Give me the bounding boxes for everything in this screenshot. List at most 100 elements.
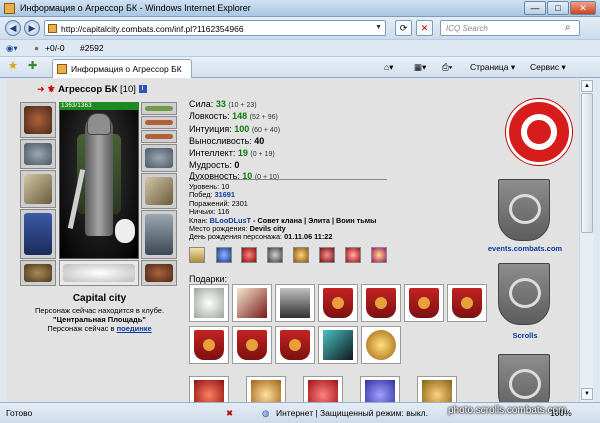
feeds-icon[interactable]: ▦▾ [414,62,426,73]
fist-shield-icon[interactable] [498,354,550,402]
belt-slot[interactable] [20,260,56,286]
armor-slot[interactable] [20,209,56,259]
gift-item[interactable] [361,326,401,364]
scrolls-shield-icon[interactable] [498,263,550,325]
events-shield-icon[interactable] [498,179,550,241]
badge-scroll-icon[interactable] [189,247,205,263]
close-button[interactable]: ✕ [570,1,596,15]
gift-item[interactable] [189,376,229,402]
info-icon[interactable]: i [138,85,147,94]
ring-slot-3[interactable] [141,130,177,143]
globe-icon: ◍ [262,408,270,418]
address-bar[interactable]: http://capitalcity.combats.com/inf.pl?11… [44,20,386,36]
stat-label: Выносливость: [189,136,252,147]
arrow-icon[interactable]: ➜ [37,85,46,94]
events-link[interactable]: events.combats.com [485,244,565,253]
ring-slot-2[interactable] [141,116,177,129]
gift-item[interactable] [303,376,343,402]
stat-value: 148 [232,111,248,122]
page-icon [48,24,57,33]
badge-shield-icon[interactable] [241,247,257,263]
badge-shield-icon[interactable] [293,247,309,263]
bracer-slot[interactable] [20,139,56,169]
tab-active[interactable]: Информация о Агрессор БК [52,59,192,78]
gift-item[interactable] [275,284,315,322]
toolbar-id[interactable]: #2592 [80,43,104,53]
status-icon[interactable]: ✖ [226,408,233,419]
badge-star-icon[interactable] [345,247,361,263]
badge-star-icon[interactable] [371,247,387,263]
belt-icon [24,264,52,282]
helmet-slot[interactable] [20,102,56,138]
refresh-icon[interactable]: ⟳ [395,20,412,36]
stat-value: 33 [215,99,226,109]
gift-item[interactable] [189,284,229,322]
scrolls-emblem-icon [509,278,541,308]
scrolls-link[interactable]: Scrolls [485,331,565,340]
minimize-button[interactable]: — [524,1,546,15]
gift-item[interactable] [404,284,444,322]
birthday-line: День рождения персонажа: 01.11.06 11:22 [189,233,376,241]
banner-icon [409,288,439,318]
page-menu[interactable]: Страница ▾ [470,62,515,73]
page-menu-label: Страница [470,62,509,72]
toolbar-dot-icon[interactable]: ● [34,43,39,53]
gifts-title: Подарки: [189,274,228,284]
stop-icon[interactable]: ✕ [416,20,433,36]
zone-text: Интернет | Защищенный режим: выкл. [276,408,428,418]
badge-shield-icon[interactable] [267,247,283,263]
gift-item[interactable] [246,376,286,402]
book-icon [237,288,267,318]
gift-item[interactable] [275,326,315,364]
url-text[interactable]: http://capitalcity.combats.com/inf.pl?11… [61,24,244,34]
gift-item[interactable] [318,326,358,364]
gloves-slot[interactable] [141,144,177,172]
toolbar-menu-icon[interactable]: ◉▾ [6,43,18,54]
watermark: photo.scrolls.combats.com [448,405,567,416]
badge-shield-icon[interactable] [216,247,232,263]
gift-item[interactable] [318,284,358,322]
gift-item[interactable] [417,376,457,402]
print-icon[interactable]: ⎙▾ [442,62,452,73]
boots-slot[interactable] [141,260,177,286]
city-name: Capital city [72,293,127,304]
search-icon[interactable]: ⌕ [565,22,571,33]
scroll-down-icon[interactable]: ▼ [581,388,593,400]
maximize-button[interactable]: □ [547,1,569,15]
location-line-1: Персонаж сейчас находится в клубе. [34,306,165,315]
ring-slot-1[interactable] [141,102,177,115]
search-placeholder: ICQ Search [446,24,488,33]
forward-button[interactable]: ▶ [24,20,40,36]
home-icon[interactable]: ⌂▾ [384,62,393,73]
search-input[interactable]: ICQ Search ⌕ [440,20,580,36]
stat-value: 40 [254,136,265,147]
offhand-slot[interactable] [141,173,177,209]
helmet-icon [24,106,52,134]
vertical-scrollbar[interactable]: ▲ ▼ [579,79,593,402]
gift-item[interactable] [360,376,400,402]
service-menu[interactable]: Сервис ▾ [530,62,566,73]
toolbar-counter[interactable]: +0/-0 [45,43,65,53]
chevron-down-icon[interactable]: ▼ [375,24,382,31]
scroll-thumb[interactable] [581,93,593,233]
stat-value: 0 [234,160,240,171]
combats-logo[interactable] [506,99,572,165]
banner-icon [366,288,396,318]
badge-shield-icon[interactable] [319,247,335,263]
fight-link[interactable]: поединке [117,324,152,333]
gift-item[interactable] [232,284,272,322]
legs-slot[interactable] [141,210,177,259]
gift-item[interactable] [361,284,401,322]
back-button[interactable]: ◀ [5,20,21,36]
info-block: Уровень: 10 Побед: 31691 Поражений: 2301… [189,182,376,242]
stat-extra: (0 + 19) [250,150,275,158]
weapon-slot[interactable] [20,170,56,208]
stat-row: Ловкость: 148 (52 + 96) [189,111,280,123]
gift-item[interactable] [232,326,272,364]
gift-item[interactable] [189,326,229,364]
scroll-up-icon[interactable]: ▲ [581,80,593,92]
character-name-text: Агрессор БК [58,84,118,95]
add-favorites-icon[interactable]: ✚ [28,59,37,72]
favorites-star-icon[interactable]: ★ [8,59,18,72]
gift-item[interactable] [447,284,487,322]
